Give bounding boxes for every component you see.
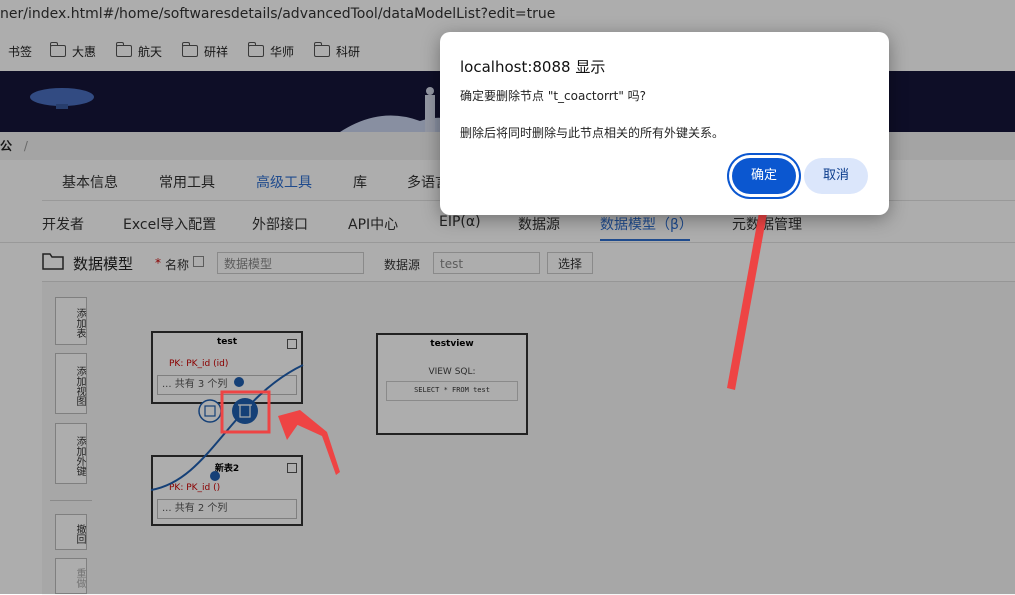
arrow-annotation — [727, 196, 770, 390]
dialog-title: localhost:8088 显示 — [460, 58, 606, 76]
confirm-button[interactable]: 确定 — [732, 158, 796, 194]
highlight-box — [220, 390, 271, 434]
dialog-detail: 删除后将同时删除与此节点相关的所有外键关系。 — [460, 126, 725, 140]
confirm-dialog: localhost:8088 显示 确定要删除节点 "t_coactorrt" … — [440, 32, 889, 215]
dialog-message: 确定要删除节点 "t_coactorrt" 吗? — [460, 89, 647, 103]
cancel-button[interactable]: 取消 — [804, 158, 868, 194]
